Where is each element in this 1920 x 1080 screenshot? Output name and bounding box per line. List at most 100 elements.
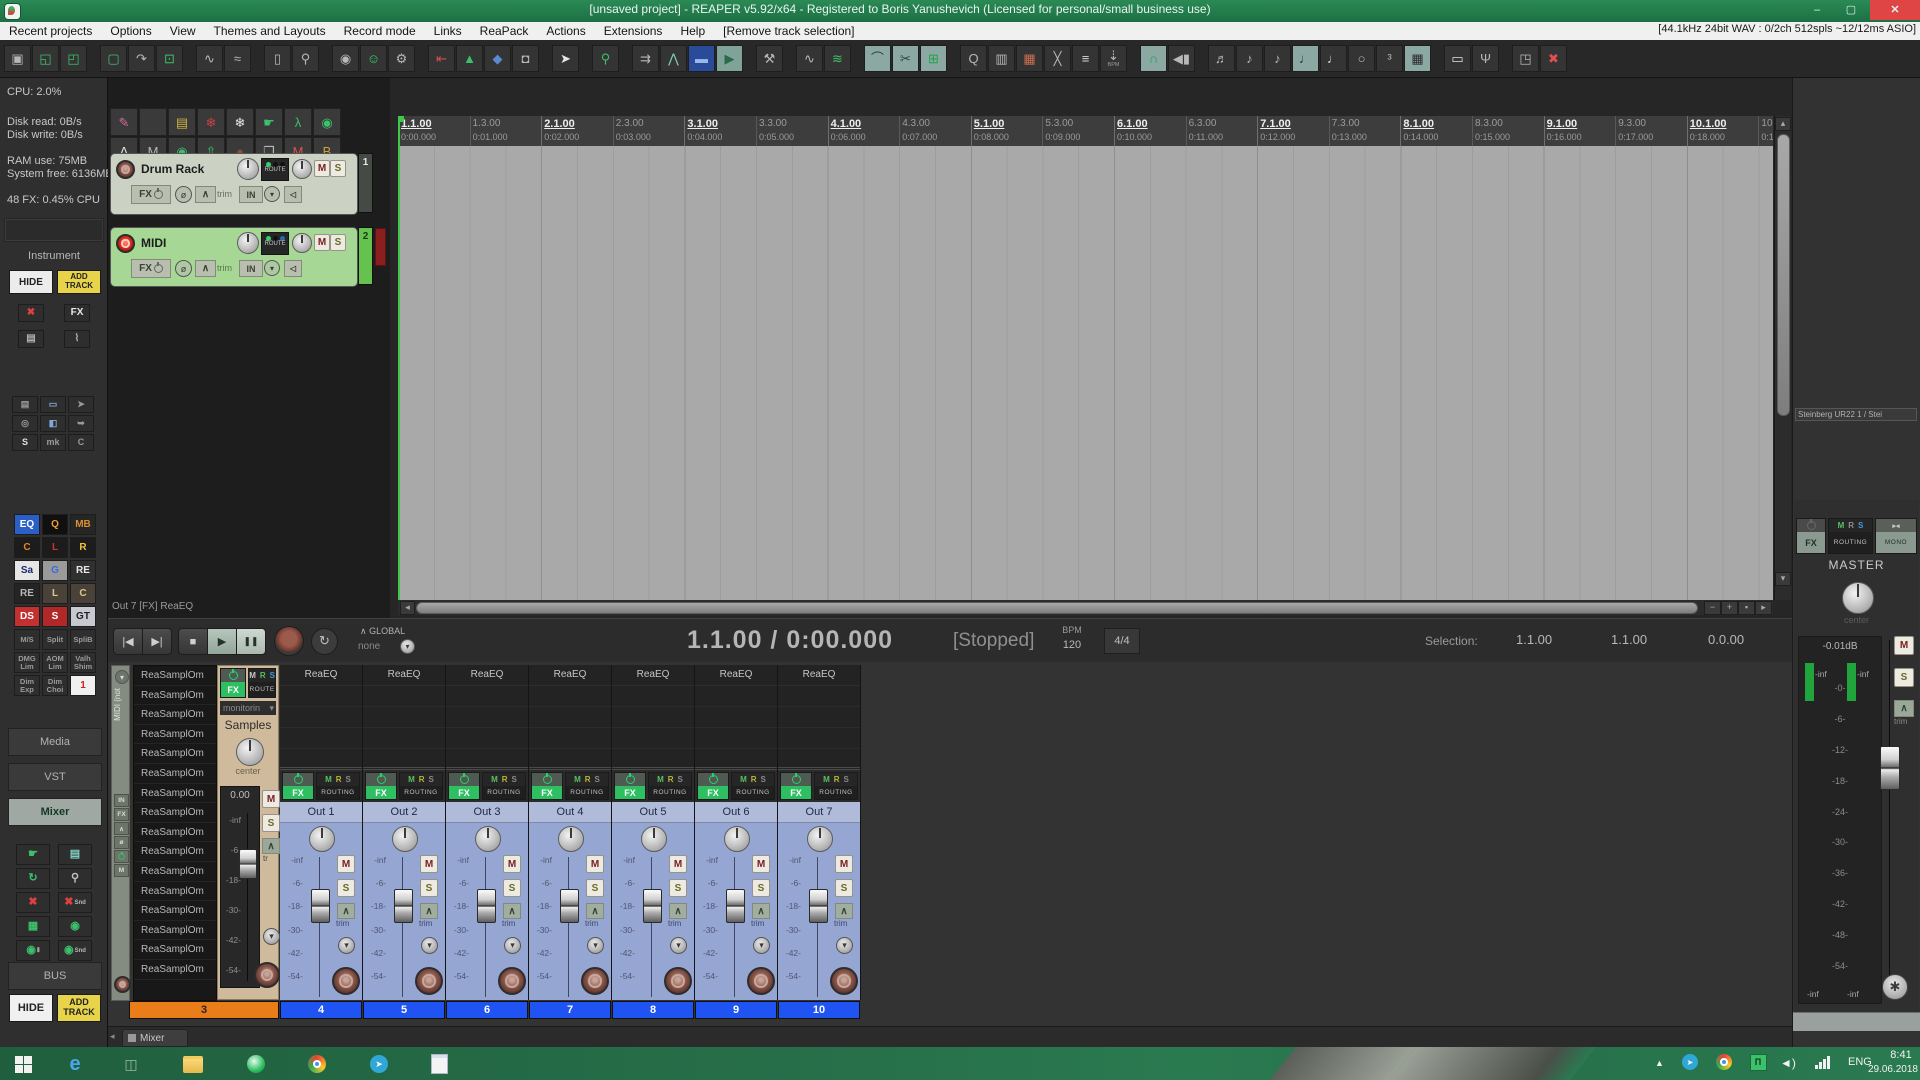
volume-fader[interactable] <box>726 889 745 923</box>
scroll-right-button[interactable]: ▸ <box>1755 601 1772 615</box>
toolbar-redo-project-icon[interactable]: ↷ <box>128 45 155 72</box>
fx-shortcut-splib[interactable]: SpliB <box>70 629 96 650</box>
io-list-icon[interactable]: ▤ <box>18 330 44 348</box>
fx-button[interactable]: FX <box>615 786 645 799</box>
toolbar-ripple-edit-icon[interactable]: ◀▮ <box>1168 45 1195 72</box>
media-c-icon[interactable]: C <box>68 434 94 451</box>
channel-name[interactable]: Out 6 <box>695 802 777 823</box>
fx-insert-empty[interactable] <box>363 686 445 770</box>
track-number[interactable]: 6 <box>446 1001 528 1019</box>
taskbar-window-icon[interactable]: ◫ <box>118 1051 144 1077</box>
phase-button[interactable]: ø <box>175 260 192 277</box>
toolbar-redo-wave-icon[interactable]: ≈ <box>224 45 251 72</box>
routing-button[interactable]: ROUTING <box>483 786 525 799</box>
tray-network-icon[interactable] <box>1815 1056 1830 1069</box>
toolbar-bpm-extract-icon[interactable]: ⇣BPM <box>1100 45 1127 72</box>
fx-insert-slot[interactable]: ReaEQ <box>612 665 694 686</box>
stop-button[interactable]: ■ <box>178 628 208 655</box>
solo-button[interactable]: S <box>669 879 687 897</box>
phase-button[interactable]: ø <box>175 186 192 203</box>
toolbar-grid-blocks-icon[interactable]: ⊞ <box>920 45 947 72</box>
fx-power-button[interactable] <box>114 850 129 863</box>
channel-samples[interactable]: FX MRS ROUTE monitorin▾ Samples center 0… <box>217 665 279 1000</box>
toolbar-render-play-icon[interactable]: ▶ <box>716 45 743 72</box>
sends-dropdown[interactable]: ▾ <box>670 937 687 954</box>
fx-power-button[interactable] <box>449 773 479 786</box>
taskbar-explorer-icon[interactable] <box>180 1051 206 1077</box>
master-volume-value[interactable]: -0.01dB <box>1799 641 1881 652</box>
menu-item-extensions[interactable]: Extensions <box>595 22 672 40</box>
toolbar-note-eighth-icon[interactable]: ♪ <box>1236 45 1263 72</box>
fx-insert-empty[interactable] <box>280 686 362 770</box>
envelope-button[interactable]: ∧ <box>195 260 216 277</box>
input-dropdown[interactable]: ▾ <box>264 260 280 276</box>
play-button[interactable]: ▶ <box>207 628 237 655</box>
view-show-sends-eye-icon[interactable]: ◉Snd <box>58 940 92 961</box>
toolbar-hammer-tool-icon[interactable]: ⚒ <box>756 45 783 72</box>
input-button[interactable]: IN <box>239 260 263 277</box>
tcp-toolbar-blank-icon[interactable] <box>139 108 167 136</box>
input-button[interactable]: IN <box>114 794 129 807</box>
toolbar-midi-grid-icon[interactable]: ▦ <box>1016 45 1043 72</box>
fx-power-button[interactable] <box>221 669 245 682</box>
tray-time[interactable]: 8:41 <box>1884 1049 1918 1061</box>
zoom-out-button[interactable]: − <box>1704 601 1721 615</box>
menu-item-record-mode[interactable]: Record mode <box>335 22 425 40</box>
fx-shortcut-q[interactable]: Q <box>42 514 68 535</box>
tcp-toolbar-grab-hand-icon[interactable]: ☛ <box>255 108 283 136</box>
fx-button[interactable]: FX <box>221 682 245 697</box>
phase-button[interactable]: ø <box>114 836 129 849</box>
fx-insert-empty[interactable] <box>612 686 694 770</box>
timeline-ruler[interactable]: 1.1.000:00.0001.3.000:01.0002.1.000:02.0… <box>398 116 1773 147</box>
tcp-toolbar-envelope-nodes-icon[interactable]: λ <box>284 108 312 136</box>
toolbar-monitoring-fx-icon[interactable]: ▬ <box>688 45 715 72</box>
audio-device-status[interactable]: Steinberg UR22 1 / Stei <box>1795 408 1917 421</box>
mono-button[interactable]: MONO <box>1876 532 1916 553</box>
track-number[interactable]: 8 <box>612 1001 694 1019</box>
fx-button[interactable]: FX <box>449 786 479 799</box>
mute-button[interactable]: M <box>420 855 438 873</box>
toolbar-lock-tracks-icon[interactable]: ◘ <box>512 45 539 72</box>
record-arm-button[interactable] <box>254 962 280 988</box>
toolbar-note-half-icon[interactable]: ♩ <box>1320 45 1347 72</box>
fx-slot-reasamplomatic[interactable]: ReaSamplOm <box>134 666 216 686</box>
fx-slot-reasamplomatic[interactable]: ReaSamplOm <box>134 686 216 706</box>
tcp-toolbar-show-peaks-icon[interactable]: ◉ <box>313 108 341 136</box>
toolbar-video-window-icon[interactable]: ▭ <box>1444 45 1471 72</box>
menu-item-options[interactable]: Options <box>101 22 160 40</box>
fx-label-icon[interactable]: FX <box>64 304 90 322</box>
horizontal-scrollbar[interactable]: ◂ − + ▪ ▸ <box>398 600 1773 615</box>
strip-dropdown[interactable]: ▾ <box>115 670 129 684</box>
fx-power-button[interactable] <box>532 773 562 786</box>
fx-slot-reasamplomatic[interactable]: ReaSamplOm <box>134 803 216 823</box>
solo-button[interactable]: S <box>752 879 770 897</box>
fx-shortcut-aom-lim[interactable]: AOM Lim <box>42 652 68 673</box>
zoom-fit-button[interactable]: ▪ <box>1738 601 1755 615</box>
fx-slot-reasamplomatic[interactable]: ReaSamplOm <box>134 960 216 980</box>
sends-dropdown[interactable]: ▾ <box>753 937 770 954</box>
pan-knob[interactable] <box>558 826 584 852</box>
tcp-toolbar-track-colors-icon[interactable]: ▤ <box>168 108 196 136</box>
add-track-mixer-button[interactable]: ADD TRACK <box>57 994 101 1022</box>
horizontal-scroll-thumb[interactable] <box>416 602 1698 614</box>
fx-insert-slot[interactable]: ReaEQ <box>529 665 611 686</box>
fx-insert-slot[interactable]: ReaEQ <box>446 665 528 686</box>
toolbar-cleanup-project-icon[interactable]: ▯ <box>264 45 291 72</box>
toolbar-envelope-points-icon[interactable]: ⌒ <box>864 45 891 72</box>
taskbar-chrome-icon[interactable] <box>304 1051 330 1077</box>
route-button[interactable]: ROUTE <box>261 232 289 255</box>
fx-shortcut-re[interactable]: RE <box>14 583 40 604</box>
fx-button[interactable]: FX <box>781 786 811 799</box>
channel-name[interactable]: Out 2 <box>363 802 445 823</box>
track-number[interactable]: 10 <box>778 1001 860 1019</box>
trim-envelope-button[interactable]: ∧ <box>420 903 438 919</box>
fx-power-button[interactable] <box>366 773 396 786</box>
pan-knob[interactable] <box>641 826 667 852</box>
toolbar-envelope-shape-icon[interactable]: ✂ <box>892 45 919 72</box>
dock-collapse-icon[interactable]: ◂ <box>110 1031 115 1042</box>
view-mixer-loop-icon[interactable]: ↻ <box>16 868 50 889</box>
fx-power-button[interactable] <box>698 773 728 786</box>
sends-dropdown[interactable]: ▾ <box>263 928 280 945</box>
volume-fader[interactable] <box>477 889 496 923</box>
master-mute-button[interactable]: M <box>1894 636 1914 655</box>
